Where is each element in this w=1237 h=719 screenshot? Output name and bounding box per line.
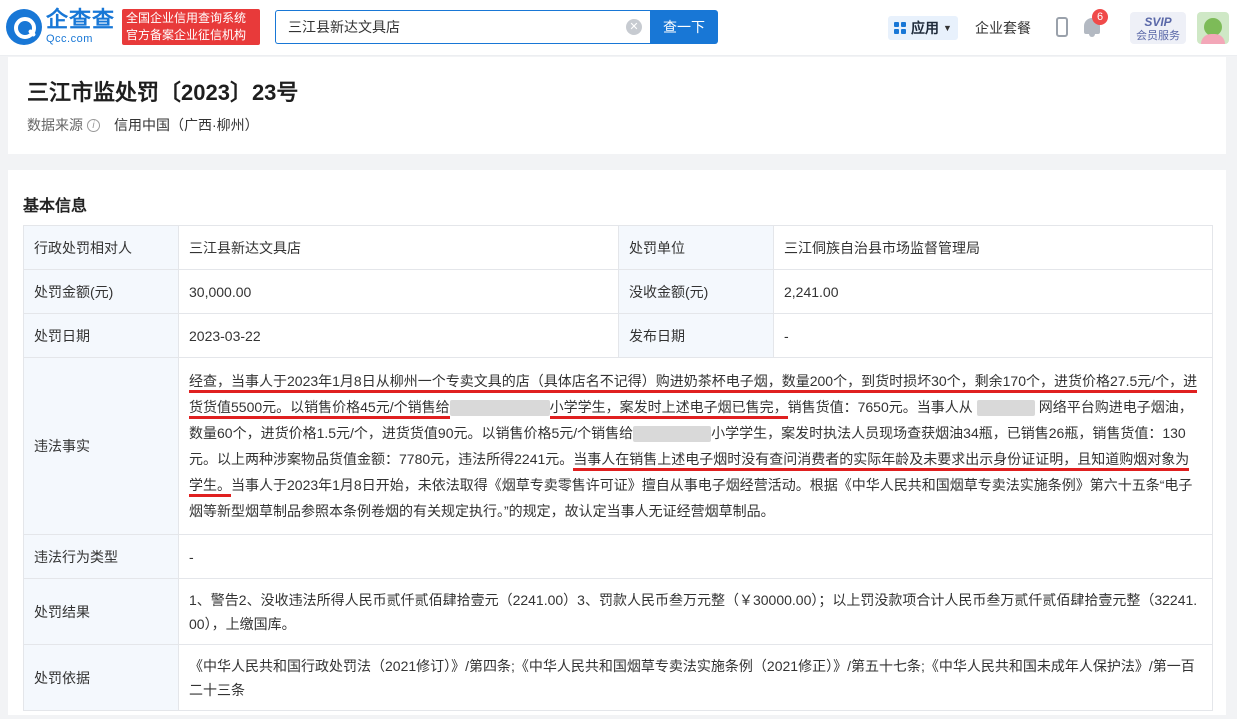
data-source-label: 数据来源 <box>27 117 83 133</box>
notification-badge: 6 <box>1092 9 1108 25</box>
svip-button[interactable]: SVIP 会员服务 <box>1130 12 1186 44</box>
result-label: 处罚结果 <box>23 578 179 645</box>
type-label: 违法行为类型 <box>23 534 179 579</box>
slogan-banner: 全国企业信用查询系统 官方备案企业征信机构 <box>122 9 260 45</box>
search-box: ✕ <box>275 10 650 44</box>
mobile-icon[interactable] <box>1056 17 1068 37</box>
app-menu-button[interactable]: 应用 ▼ <box>888 16 958 40</box>
confiscate-value: 2,241.00 <box>773 269 1213 314</box>
party-label: 行政处罚相对人 <box>23 225 179 270</box>
search-button[interactable]: 查一下 <box>650 10 718 44</box>
party-link[interactable]: 三江县新达文具店 <box>178 225 619 270</box>
logo-domain: Qcc.com <box>46 33 93 45</box>
basis-label: 处罚依据 <box>23 644 179 711</box>
redacted-text <box>449 400 550 417</box>
table-row: 行政处罚相对人 三江县新达文具店 处罚单位 三江侗族自治县市场监督管理局 <box>23 225 1213 270</box>
logo-text: 企查查 <box>46 7 116 32</box>
facts-value: 经查，当事人于2023年1月8日从柳州一个专卖文具的店（具体店名不记得）购进奶茶… <box>178 357 1213 535</box>
table-row: 处罚日期 2023-03-22 发布日期 - <box>23 313 1213 358</box>
table-row: 处罚金额(元) 30,000.00 没收金额(元) 2,241.00 <box>23 269 1213 314</box>
facts-label: 违法事实 <box>23 357 179 535</box>
basis-value: 《中华人民共和国行政处罚法（2021修订）》/第四条;《中华人民共和国烟草专卖法… <box>178 644 1213 711</box>
basic-info-card: 基本信息 行政处罚相对人 三江县新达文具店 处罚单位 三江侗族自治县市场监督管理… <box>8 170 1226 715</box>
publish-label: 发布日期 <box>618 313 774 358</box>
basic-info-table: 行政处罚相对人 三江县新达文具店 处罚单位 三江侗族自治县市场监督管理局 处罚金… <box>23 225 1213 711</box>
amount-label: 处罚金额(元) <box>23 269 179 314</box>
grid-icon <box>894 22 906 34</box>
unit-value: 三江侗族自治县市场监督管理局 <box>773 225 1213 270</box>
page-title: 三江市监处罚〔2023〕23号 <box>27 80 299 105</box>
date-value: 2023-03-22 <box>178 313 619 358</box>
chevron-down-icon: ▼ <box>943 23 952 33</box>
type-value: - <box>178 534 1213 579</box>
table-row: 处罚结果 1、警告2、没收违法所得人民币贰仟贰佰肆拾壹元（2241.00）3、罚… <box>23 578 1213 645</box>
redacted-text <box>633 426 712 443</box>
unit-label: 处罚单位 <box>618 225 774 270</box>
redacted-text <box>976 400 1035 417</box>
nav-enterprise-package[interactable]: 企业套餐 <box>975 18 1031 38</box>
amount-value: 30,000.00 <box>178 269 619 314</box>
section-title: 基本信息 <box>23 198 88 215</box>
info-icon[interactable]: i <box>87 118 100 132</box>
table-row: 处罚依据 《中华人民共和国行政处罚法（2021修订）》/第四条;《中华人民共和国… <box>23 644 1213 711</box>
result-value: 1、警告2、没收违法所得人民币贰仟贰佰肆拾壹元（2241.00）3、罚款人民币叁… <box>178 578 1213 645</box>
table-row: 违法行为类型 - <box>23 534 1213 579</box>
date-label: 处罚日期 <box>23 313 179 358</box>
publish-value: - <box>773 313 1213 358</box>
top-navbar: 企查查 Qcc.com 全国企业信用查询系统 官方备案企业征信机构 ✕ 查一下 … <box>0 0 1237 56</box>
table-row: 违法事实 经查，当事人于2023年1月8日从柳州一个专卖文具的店（具体店名不记得… <box>23 357 1213 535</box>
avatar[interactable] <box>1197 12 1229 44</box>
data-source-value: 信用中国（广西·柳州） <box>114 117 259 133</box>
title-card: 三江市监处罚〔2023〕23号 数据来源 i 信用中国（广西·柳州） <box>8 57 1226 154</box>
search-input[interactable] <box>276 11 606 43</box>
clear-icon[interactable]: ✕ <box>626 19 642 35</box>
logo-magnifier-icon <box>6 9 42 45</box>
data-source-row: 数据来源 i 信用中国（广西·柳州） <box>27 115 259 135</box>
logo[interactable]: 企查查 Qcc.com <box>6 8 118 46</box>
confiscate-label: 没收金额(元) <box>618 269 774 314</box>
